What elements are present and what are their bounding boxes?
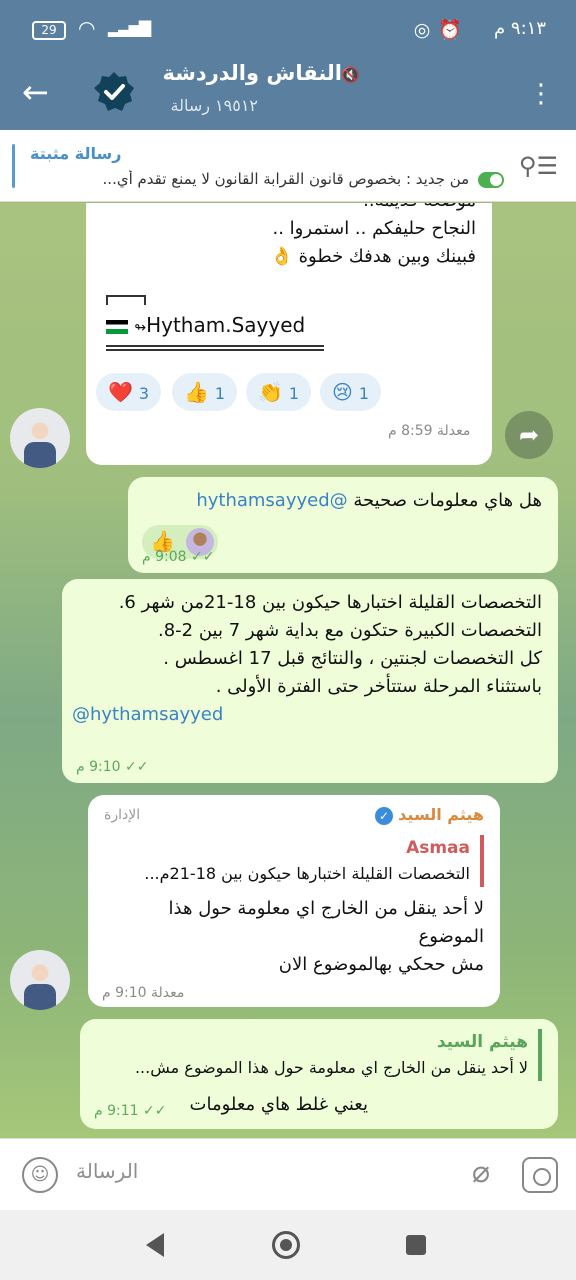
arrow-icon: ↬ [134, 320, 147, 336]
message-bubble[interactable]: هيثم السيد ✓ الإدارة Asmaa التخصصات القل… [88, 795, 500, 1007]
reaction-count: 1 [288, 384, 300, 403]
alarm-icon: ⏰ [438, 19, 470, 41]
reply-quote[interactable]: هيثم السيد لا أحد ينقل من الخارج اي معلو… [92, 1029, 542, 1081]
status-bar: 29 ◠ ▂▃▅▇ ◎⏰ ٩:١٣ م [0, 0, 576, 58]
message-input[interactable]: الرسالة [76, 1159, 138, 1183]
pinned-text-content: من جديد : بخصوص قانون القرابة القانون لا… [102, 170, 470, 188]
double-check-icon: ✓✓ [143, 1103, 167, 1119]
reply-sender: هيثم السيد [436, 1032, 528, 1052]
nav-recents-icon[interactable] [406, 1235, 426, 1255]
reply-text: التخصصات القليلة اختبارها حيكون بين 18-2… [144, 864, 470, 883]
message-bubble-outgoing[interactable]: هيثم السيد لا أحد ينقل من الخارج اي معلو… [80, 1019, 558, 1129]
group-avatar[interactable] [92, 70, 136, 114]
message-line: موضعة قديمة.. [96, 203, 476, 215]
message-time: ✓✓ 9:08 م [142, 549, 215, 565]
mention-link[interactable]: @hythamsayyed [72, 701, 542, 729]
pinned-indicator [12, 144, 15, 188]
message-bubble-outgoing[interactable]: التخصصات القليلة اختبارها حيكون بين 18-2… [62, 579, 558, 783]
message-line: فبينك وبين هدفك خطوة 👌 [270, 246, 476, 267]
clap-icon: 👏 [258, 380, 283, 404]
message-line: النجاح حليفكم .. استمروا .. [272, 218, 476, 239]
heart-icon: ❤️ [108, 380, 133, 404]
reaction-count: 3 [138, 384, 150, 403]
pinned-list-icon[interactable]: ⚲☰ [519, 152, 558, 180]
nav-home-icon[interactable] [272, 1231, 300, 1259]
reaction-count: 1 [358, 384, 370, 403]
reply-sender: Asmaa [406, 838, 470, 858]
chat-header: ← 🔇 النقاش والدردشة ١٩٥١٢ رسالة ⋮ [0, 58, 576, 130]
message-line: مش ححكي بهالموضوع الان [278, 954, 484, 975]
notification-icons: ◎⏰ [414, 18, 470, 41]
message-bubble[interactable]: موضعة قديمة.. النجاح حليفكم .. استمروا .… [86, 203, 492, 465]
time-text: 9:10 م [76, 759, 121, 775]
emoji-icon[interactable]: ☺ [22, 1157, 58, 1193]
message-bubble-outgoing[interactable]: هل هاي معلومات صحيحة @hythamsayyed 👍 ✓✓ … [128, 477, 558, 573]
message-composer: ☺ الرسالة ⌀ [0, 1138, 576, 1210]
more-menu-icon[interactable]: ⋮ [528, 74, 554, 114]
message-text: يعني غلط هاي معلومات [189, 1094, 368, 1115]
reaction-cry[interactable]: 😢 1 [320, 373, 382, 411]
verified-badge-icon [94, 72, 134, 111]
signature-box: ↬Hytham.Sayyed [106, 295, 324, 351]
pinned-text: من جديد : بخصوص قانون القرابة القانون لا… [24, 170, 504, 188]
message-time: معدلة 8:59 م [388, 423, 471, 439]
palestine-flag-icon [106, 319, 128, 334]
sender-role: الإدارة [104, 807, 141, 823]
time-text: 9:08 م [142, 549, 187, 565]
message-time: ✓✓ 9:11 م [94, 1103, 167, 1119]
crying-face-icon: 😢 [332, 380, 353, 404]
chat-area[interactable]: موضعة قديمة.. النجاح حليفكم .. استمروا .… [0, 203, 576, 1138]
signal-icon: ▂▃▅▇ [108, 18, 151, 37]
forward-icon[interactable]: ➦ [505, 411, 553, 459]
mute-icon: 🔇 [341, 66, 360, 84]
signature-name: Hytham.Sayyed [146, 313, 306, 337]
message-time: معدلة 9:10 م [102, 985, 185, 1001]
whatsapp-icon: ◎ [413, 19, 439, 41]
verified-icon: ✓ [375, 806, 394, 825]
message-line: باستثناء المرحلة ستتأخر حتى الفترة الأول… [215, 676, 542, 697]
double-check-icon: ✓✓ [125, 759, 149, 775]
clock: ٩:١٣ م [494, 18, 546, 39]
message-line: كل التخصصات لجنتين ، والنتائج قبل 17 اغس… [163, 648, 542, 669]
double-check-icon: ✓✓ [191, 549, 215, 565]
message-line: لا أحد ينقل من الخارج اي معلومة حول هذا [168, 898, 484, 919]
reply-quote[interactable]: Asmaa التخصصات القليلة اختبارها حيكون بي… [104, 835, 484, 887]
thumbs-up-icon: 👍 [184, 380, 209, 404]
signature-text: ↬Hytham.Sayyed [106, 313, 305, 337]
wifi-icon: ◠ [78, 16, 96, 40]
toggle-icon [478, 171, 504, 188]
signature-underline [106, 345, 324, 351]
battery-icon: 29 [32, 21, 66, 40]
pinned-title: رسالة مثبتة [30, 144, 122, 163]
reaction-clap[interactable]: 👏 1 [246, 373, 312, 411]
signature-decor [106, 295, 146, 305]
sender-name[interactable]: هيثم السيد [398, 805, 484, 824]
mention-link[interactable]: @hythamsayyed [196, 490, 347, 511]
reply-text: لا أحد ينقل من الخارج اي معلومة حول هذا … [134, 1058, 528, 1077]
sender-row: هيثم السيد ✓ [375, 805, 484, 825]
battery-level: 29 [41, 23, 57, 37]
message-line: التخصصات القليلة اختبارها حيكون بين 18-2… [118, 592, 542, 613]
sender-avatar[interactable] [10, 950, 70, 1010]
message-time: ✓✓ 9:10 م [76, 759, 149, 775]
sender-avatar[interactable] [10, 408, 70, 468]
message-line: التخصصات الكبيرة حتكون مع بداية شهر 7 بي… [157, 620, 542, 641]
message-line: الموضوع [418, 926, 484, 947]
camera-icon[interactable] [522, 1157, 558, 1193]
reaction-count: 1 [214, 384, 226, 403]
message-text: هل هاي معلومات صحيحة [353, 490, 542, 511]
time-text: 9:11 م [94, 1103, 139, 1119]
reaction-thumbs-up[interactable]: 👍 1 [172, 373, 238, 411]
pinned-message-bar[interactable]: رسالة مثبتة من جديد : بخصوص قانون القراب… [0, 130, 576, 202]
nav-back-icon[interactable] [146, 1233, 164, 1257]
reaction-heart[interactable]: ❤️ 3 [96, 373, 162, 411]
attach-icon[interactable]: ⌀ [472, 1155, 490, 1190]
system-nav-bar [0, 1210, 576, 1280]
chat-title[interactable]: النقاش والدردشة [163, 61, 342, 85]
member-count: ١٩٥١٢ رسالة [170, 96, 258, 115]
back-arrow-icon[interactable]: ← [22, 72, 49, 112]
